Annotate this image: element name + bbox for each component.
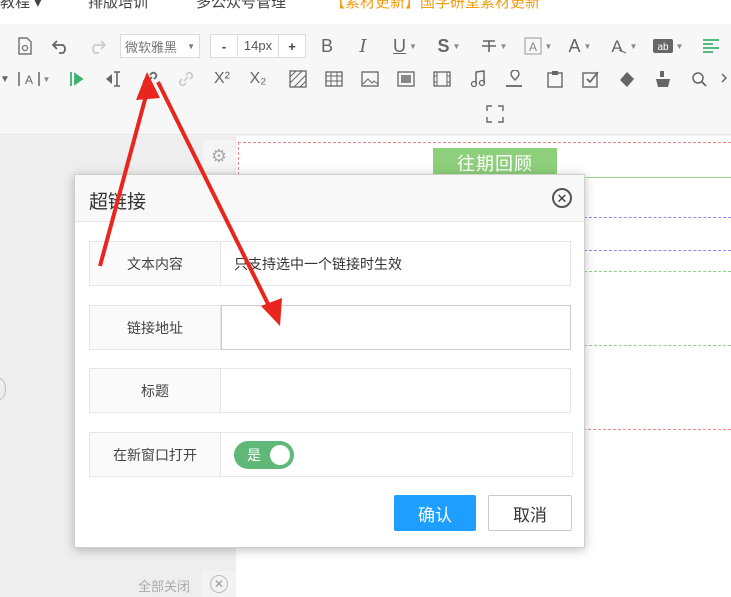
- close-icon: ✕: [210, 575, 228, 593]
- font-size-increase-button[interactable]: +: [279, 39, 305, 54]
- gallery-icon[interactable]: [394, 67, 418, 91]
- open-new-window-label: 在新窗口打开: [90, 433, 221, 476]
- search-replace-icon[interactable]: [687, 67, 711, 91]
- nav-item-layout-training[interactable]: 排版培训: [88, 0, 148, 12]
- align-left-icon[interactable]: [700, 34, 722, 58]
- font-color-label: A: [568, 35, 581, 56]
- chevron-down-icon: ▼: [187, 41, 195, 51]
- letter-spacing-icon[interactable]: A ▼: [16, 67, 52, 91]
- text-content-label: 文本内容: [90, 242, 221, 285]
- svg-text:A: A: [611, 37, 623, 55]
- hatch-fill-icon[interactable]: [286, 67, 310, 91]
- chevron-down-icon: ▼: [583, 41, 592, 51]
- chevron-down-icon: ▼: [629, 41, 638, 51]
- fullscreen-icon[interactable]: [483, 102, 507, 126]
- open-new-window-cell: 是: [221, 433, 572, 476]
- font-size-decrease-button[interactable]: -: [211, 39, 237, 54]
- block-outline: [584, 345, 731, 346]
- toggle-label: 是: [247, 446, 261, 463]
- outdent-icon[interactable]: [102, 67, 126, 91]
- strike-label: S: [437, 35, 450, 56]
- block-outline: [584, 271, 731, 272]
- strike-line-icon[interactable]: ▼: [478, 34, 510, 58]
- ab-format-icon[interactable]: ab ▼: [650, 34, 686, 58]
- italic-button[interactable]: I: [354, 34, 372, 58]
- font-size-value[interactable]: 14px: [237, 35, 279, 57]
- video-icon[interactable]: [430, 67, 454, 91]
- link-url-row: 链接地址: [89, 305, 571, 350]
- format-brush-icon[interactable]: [651, 67, 675, 91]
- svg-text:A: A: [25, 73, 33, 87]
- doc-icon[interactable]: [14, 34, 36, 58]
- link-url-input[interactable]: [221, 305, 571, 350]
- title-label: 标题: [90, 369, 221, 412]
- chevron-down-icon: ▼: [409, 41, 417, 51]
- open-new-window-row: 在新窗口打开 是: [89, 432, 573, 477]
- font-size-stepper[interactable]: - 14px +: [210, 34, 306, 58]
- editor-toolbar: 微软雅黑 ▼ - 14px + B I U ▼ S ▼ ▼ A ▼ A ▼ A ▼ ab ▼…: [0, 24, 731, 135]
- paste-icon[interactable]: [543, 67, 567, 91]
- link-url-label: 链接地址: [90, 306, 221, 349]
- checkbox-icon[interactable]: [579, 67, 603, 91]
- svg-text:ab: ab: [657, 42, 669, 53]
- title-input[interactable]: [221, 369, 570, 412]
- underline-button[interactable]: U ▼: [390, 34, 420, 58]
- dialog-header: 超链接 ✕: [75, 175, 584, 222]
- bold-button[interactable]: B: [318, 34, 336, 58]
- hyperlink-dialog: 超链接 ✕ 文本内容 只支持选中一个链接时生效 链接地址 标题 在新窗口打开 是…: [74, 174, 585, 548]
- underline-label: U: [393, 35, 407, 56]
- link-icon[interactable]: [138, 67, 162, 91]
- chevron-down-icon: ▼: [675, 41, 684, 51]
- cancel-button[interactable]: 取消: [488, 495, 572, 531]
- title-row: 标题: [89, 368, 571, 413]
- block-outline: [584, 250, 731, 251]
- text-content-row: 文本内容 只支持选中一个链接时生效: [89, 241, 571, 286]
- top-nav: 教程 ▾ 排版培训 多公众号管理 【素材更新】国学研堂素材更新: [0, 0, 731, 24]
- open-new-window-toggle[interactable]: 是: [234, 440, 294, 469]
- text-content-field[interactable]: 只支持选中一个链接时生效: [221, 242, 570, 285]
- chevron-down-icon: ▼: [499, 41, 508, 51]
- confirm-button[interactable]: 确认: [394, 495, 476, 531]
- chevron-down-icon: ▼: [544, 41, 553, 51]
- superscript-button[interactable]: X²: [210, 67, 234, 91]
- nav-item-tutorial[interactable]: 教程 ▾: [0, 0, 42, 12]
- chevron-down-icon: ▼: [452, 41, 461, 51]
- dialog-title: 超链接: [89, 192, 147, 213]
- close-all-button[interactable]: ✕: [202, 571, 236, 597]
- more-icon[interactable]: [720, 67, 731, 91]
- close-all-label[interactable]: 全部关闭: [138, 576, 190, 595]
- redo-icon[interactable]: [86, 34, 108, 58]
- music-icon[interactable]: [466, 67, 490, 91]
- block-outline: [584, 217, 731, 218]
- nav-notice[interactable]: 【素材更新】国学研堂素材更新: [330, 0, 540, 12]
- subscript-button[interactable]: X₂: [246, 67, 270, 91]
- map-marker-icon[interactable]: [502, 67, 526, 91]
- font-family-select[interactable]: 微软雅黑 ▼: [120, 34, 200, 58]
- unlink-icon[interactable]: [174, 67, 198, 91]
- eraser-icon[interactable]: [615, 67, 639, 91]
- close-icon[interactable]: ✕: [552, 188, 572, 208]
- nav-item-multi-account[interactable]: 多公众号管理: [196, 0, 286, 12]
- divider-line: [560, 177, 731, 178]
- toggle-knob: [270, 444, 290, 465]
- undo-icon[interactable]: [50, 34, 72, 58]
- strikethrough-button[interactable]: S ▼: [434, 34, 464, 58]
- chevron-down-icon: ▼: [42, 74, 51, 84]
- table-icon[interactable]: [322, 67, 346, 91]
- font-color-button[interactable]: A ▼: [565, 34, 595, 58]
- font-family-value: 微软雅黑: [125, 39, 178, 55]
- indent-icon[interactable]: [66, 67, 88, 91]
- text-effect-icon[interactable]: A ▼: [606, 34, 640, 58]
- chevron-down-icon[interactable]: ▼: [0, 67, 10, 91]
- background-color-icon[interactable]: A ▼: [521, 34, 555, 58]
- image-icon[interactable]: [358, 67, 382, 91]
- gear-icon[interactable]: ⚙: [203, 140, 235, 172]
- svg-text:A: A: [529, 40, 537, 54]
